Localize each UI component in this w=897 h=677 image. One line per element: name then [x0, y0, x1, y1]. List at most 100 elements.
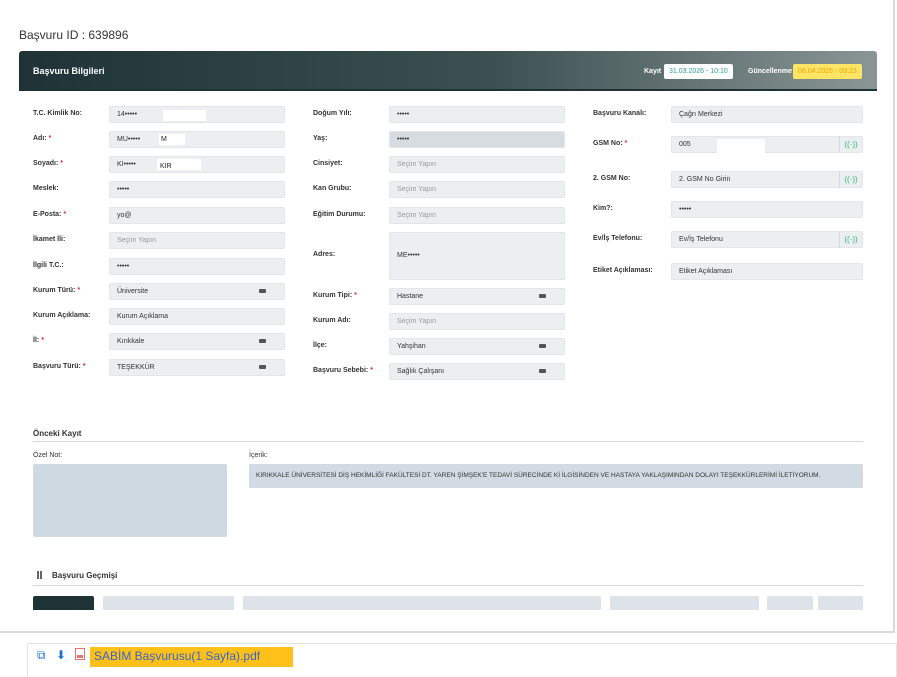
ozel-not-field[interactable]	[33, 464, 227, 537]
ilce-label: İlçe:	[313, 342, 328, 349]
section-header: Başvuru Bilgileri Kayıt 31.03.2026 - 10:…	[19, 51, 877, 90]
drag-handle-icon[interactable]	[37, 571, 42, 579]
required-mark: *	[77, 287, 81, 294]
etiket-label: Etiket Açıklaması:	[593, 267, 653, 274]
dropdown-icon	[259, 289, 266, 293]
onceki-kayit-title: Önceki Kayıt	[33, 429, 82, 438]
adi-value: MU•••••	[117, 136, 141, 143]
eposta-field[interactable]: yo@	[109, 207, 285, 224]
adi-label: Adı: *	[33, 135, 51, 142]
redaction	[717, 139, 765, 154]
history-tab[interactable]	[818, 596, 863, 610]
basvuru-turu-select[interactable]: TEŞEKKÜR	[109, 359, 285, 376]
il-select[interactable]: Kırıkkale	[109, 333, 285, 350]
kim-field[interactable]: •••••	[671, 201, 863, 218]
download-icon[interactable]: ⬇	[56, 648, 66, 662]
external-link-icon[interactable]: ⧉	[37, 648, 46, 662]
phone-call-icon[interactable]: ((·))	[839, 231, 862, 248]
meslek-field[interactable]: •••••	[109, 181, 285, 198]
kanal-field[interactable]: Çağrı Merkezi	[671, 106, 863, 123]
etiket-field[interactable]: Etiket Açıklaması	[671, 263, 863, 280]
ilce-value: Yahşihan	[397, 343, 426, 350]
cinsiyet-select[interactable]: Seçim Yapın	[389, 156, 565, 173]
gsm2-field[interactable]: 2. GSM No Girin ((·))	[671, 171, 863, 188]
yas-value: •••••	[397, 136, 410, 143]
ilgili-tc-field[interactable]: •••••	[109, 258, 285, 275]
application-panel: Başvuru ID : 639896 Başvuru Bilgileri Ka…	[0, 0, 895, 633]
kurum-adi-label: Kurum Adı:	[313, 317, 351, 324]
kurum-tipi-value: Hastane	[397, 293, 424, 300]
kan-label: Kan Grubu:	[313, 185, 352, 192]
kurum-adi-select[interactable]: Seçim Yapın	[389, 313, 565, 330]
guncel-label: Güncellenme	[748, 68, 792, 75]
kurum-tipi-select[interactable]: Hastane	[389, 288, 565, 305]
sebep-label-text: Başvuru Sebebi:	[313, 367, 369, 374]
history-tab[interactable]	[610, 596, 759, 610]
history-tab[interactable]	[767, 596, 813, 610]
history-tab[interactable]	[243, 596, 601, 610]
pdf-file-icon	[75, 648, 85, 660]
soyadi-label: Soyadı: *	[33, 160, 63, 167]
adi-extra: M	[161, 136, 167, 143]
ikamet-select[interactable]: Seçim Yapın	[109, 232, 285, 249]
ikamet-placeholder: Seçim Yapın	[117, 237, 157, 244]
required-mark: *	[354, 292, 357, 299]
page-title: Başvuru ID : 639896	[19, 28, 129, 42]
basvuru-gecmisi-title: Başvuru Geçmişi	[52, 571, 118, 580]
adi-field[interactable]: MU•••••	[109, 131, 285, 148]
guncel-date-badge: 06.04.2026 - 09:23	[793, 64, 862, 79]
gsm-label-text: GSM No:	[593, 140, 623, 147]
kurum-adi-placeholder: Seçim Yapın	[397, 318, 437, 325]
phone-call-icon[interactable]: ((·))	[839, 171, 862, 188]
gsm-label: GSM No: *	[593, 140, 627, 147]
il-label-text: İl:	[33, 337, 40, 344]
icerik-field[interactable]: KIRIKKALE ÜNİVERSİTESİ DİŞ HEKİMLİĞİ FAK…	[249, 464, 863, 488]
kayit-label: Kayıt	[644, 68, 662, 75]
tc-label: T.C. Kimlik No:	[33, 110, 83, 117]
egitim-label: Eğitim Durumu:	[313, 211, 366, 218]
kan-select[interactable]: Seçim Yapın	[389, 181, 565, 198]
kurum-turu-label: Kurum Türü: *	[33, 287, 80, 294]
yas-field: •••••	[389, 131, 565, 148]
required-mark: *	[41, 337, 44, 344]
redaction	[163, 110, 206, 121]
gsm-value: 005	[679, 141, 691, 148]
kurum-turu-select[interactable]: Üniversite	[109, 283, 285, 300]
dogum-field[interactable]: •••••	[389, 106, 565, 123]
ev-tel-field[interactable]: Ev/İş Telefonu ((·))	[671, 231, 863, 248]
divider	[33, 585, 863, 586]
history-tab-active[interactable]	[33, 596, 94, 610]
adi-label-text: Adı:	[33, 135, 47, 142]
ev-tel-label: Ev/İş Telefonu:	[593, 235, 643, 242]
etiket-value: Etiket Açıklaması	[679, 268, 733, 275]
kanal-value: Çağrı Merkezi	[679, 111, 723, 118]
soyadi-value: KI•••••	[117, 161, 136, 168]
icerik-label: İçerik:	[249, 452, 268, 459]
gsm2-label: 2. GSM No:	[593, 175, 631, 182]
dogum-label: Doğum Yılı:	[313, 110, 352, 117]
egitim-select[interactable]: Seçim Yapın	[389, 207, 565, 224]
dropdown-icon	[539, 369, 546, 373]
required-mark: *	[370, 367, 373, 374]
dropdown-icon	[259, 339, 266, 343]
ev-tel-value: Ev/İş Telefonu	[679, 236, 723, 243]
gsm2-value: 2. GSM No Girin	[679, 176, 731, 183]
kurum-aciklama-value: Kurum Açıklama	[117, 313, 168, 320]
meslek-value: •••••	[117, 186, 130, 193]
eposta-label-text: E-Posta:	[33, 211, 62, 218]
ikamet-label: İkamet İli:	[33, 236, 66, 243]
dropdown-icon	[539, 344, 546, 348]
gsm-field[interactable]: 005 ((·))	[671, 136, 863, 153]
pdf-attachment-link[interactable]: SABİM Başvurusu(1 Sayfa).pdf	[90, 647, 293, 667]
required-mark: *	[60, 160, 63, 167]
kurum-aciklama-field[interactable]: Kurum Açıklama	[109, 308, 285, 325]
phone-call-icon[interactable]: ((·))	[839, 136, 862, 153]
ilce-select[interactable]: Yahşihan	[389, 338, 565, 355]
history-tab[interactable]	[103, 596, 234, 610]
sebep-select[interactable]: Sağlık Çalışanı	[389, 363, 565, 380]
adres-field[interactable]: ME•••••	[389, 232, 565, 280]
required-mark: *	[63, 211, 67, 218]
adres-label: Adres:	[313, 251, 336, 258]
header-underline	[19, 89, 877, 91]
basvuru-turu-label-text: Başvuru Türü:	[33, 363, 81, 370]
